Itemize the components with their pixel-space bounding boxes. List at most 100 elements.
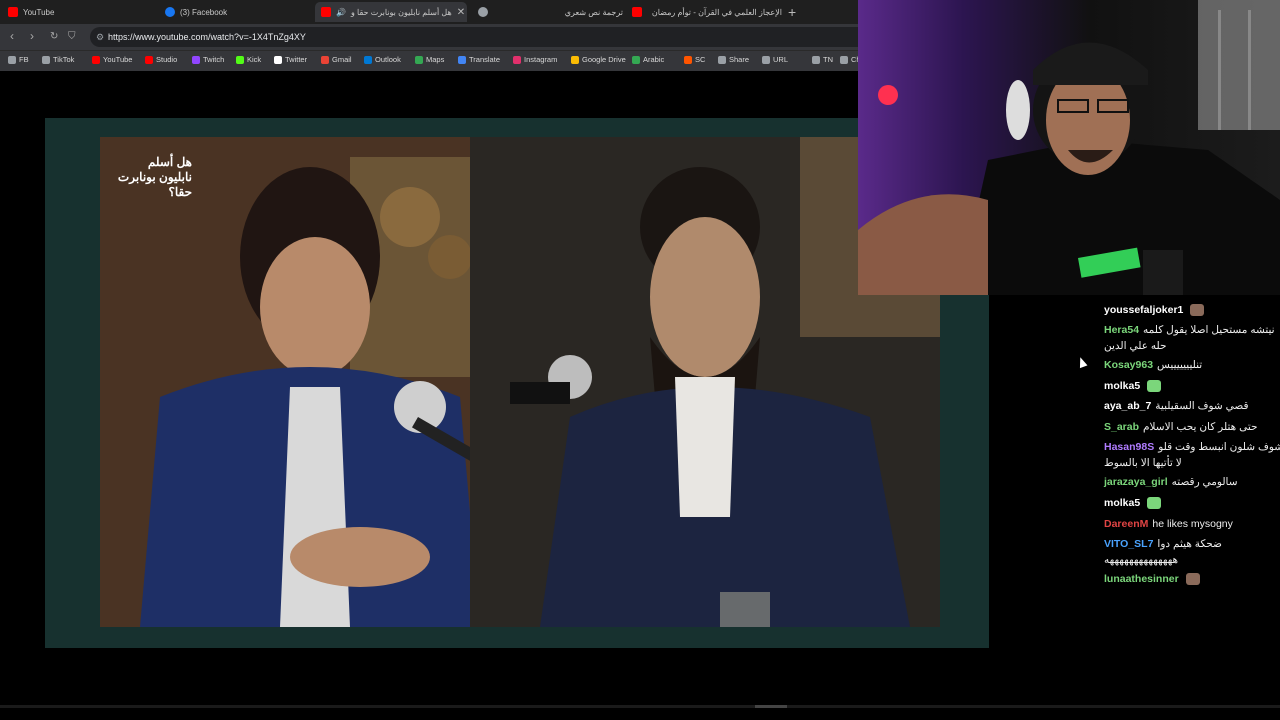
bookmark-icon: [762, 55, 770, 64]
bookmark-fb[interactable]: FB: [8, 55, 29, 64]
bookmark-label: YouTube: [103, 55, 133, 64]
chat-message: Kosay963 تنليييييييس: [1104, 359, 1202, 371]
bookmark-icon: [274, 55, 282, 64]
bookmark-icon: [415, 55, 423, 64]
facebook-icon: [165, 7, 175, 17]
bookmark-google-drive[interactable]: Google Drive: [571, 55, 626, 64]
bookmark-instagram[interactable]: Instagram: [513, 55, 557, 64]
bookmark-icon: [458, 55, 466, 64]
bookmark-icon: [321, 55, 329, 64]
chat-username[interactable]: Kosay963: [1104, 359, 1153, 371]
bookmark-translate[interactable]: Translate: [458, 55, 500, 64]
forward-icon[interactable]: ›: [30, 29, 34, 43]
chat-text: ضحكة هيثم دوا: [1157, 538, 1222, 550]
chat-message: DareenM he likes mysogny: [1104, 518, 1233, 530]
url-field[interactable]: ⚙ https://www.youtube.com/watch?v=-1X4Tn…: [90, 27, 858, 47]
tab-active-video[interactable]: 🔊 هل أسلم نابليون بونابرت حقا و ✕: [315, 2, 467, 22]
chat-message: Hasan98S شوف شلون انبسط وقت قلو: [1104, 441, 1280, 453]
reload-icon[interactable]: ↻: [50, 31, 58, 42]
tab-label: الإعجاز العلمي في القرآن - توأم رمضان: [651, 7, 782, 17]
chat-username[interactable]: lunaathesinner: [1104, 573, 1179, 585]
youtube-icon: [632, 7, 642, 17]
scrollbar-thumb[interactable]: [755, 705, 787, 708]
back-icon[interactable]: ‹: [10, 29, 14, 43]
video-overlay-title: هل أسلم نابليون بونابرت حقا؟: [117, 155, 192, 199]
bookmark-icon: [364, 55, 372, 64]
speaker-icon[interactable]: 🔊: [336, 8, 346, 17]
bookmark-icon: [42, 55, 50, 64]
bookmark-icon: [513, 55, 521, 64]
chat-username[interactable]: Hasan98S: [1104, 441, 1154, 453]
new-tab-button[interactable]: +: [788, 4, 796, 20]
bookmark-label: Gmail: [332, 55, 352, 64]
chat-username[interactable]: molka5: [1104, 497, 1140, 509]
chat-message: youssefaljoker1: [1104, 304, 1205, 317]
bookmark-tiktok[interactable]: TikTok: [42, 55, 74, 64]
bookmark-icon[interactable]: ⛉: [68, 31, 76, 42]
chat-username[interactable]: S_arab: [1104, 421, 1139, 433]
chat-username[interactable]: VITO_SL7: [1104, 538, 1153, 550]
bookmark-label: SC: [695, 55, 706, 64]
chat-username[interactable]: aya_ab_7: [1104, 400, 1151, 412]
tab-youtube[interactable]: YouTube: [8, 2, 148, 22]
chat-message: lunaathesinner: [1104, 573, 1200, 586]
chat-message: molka5: [1104, 380, 1162, 393]
bookmark-url[interactable]: URL: [762, 55, 788, 64]
bookmark-icon: [632, 55, 640, 64]
chat-username[interactable]: youssefaljoker1: [1104, 304, 1183, 316]
bookmark-twitter[interactable]: Twitter: [274, 55, 307, 64]
bookmark-arabic[interactable]: Arabic: [632, 55, 664, 64]
chat-text: ههههههههههههههه: [1104, 554, 1179, 566]
chat-message: VITO_SL7 ضحكة هيثم دوا: [1104, 538, 1222, 550]
tab-facebook[interactable]: (3) Facebook: [165, 2, 305, 22]
bookmark-sc[interactable]: SC: [684, 55, 705, 64]
streamer-webcam: [858, 0, 1280, 295]
bookmark-icon: [145, 55, 153, 64]
bookmark-icon: [812, 55, 820, 64]
chat-username[interactable]: Hera54: [1104, 324, 1139, 336]
emote-icon: [1190, 304, 1205, 317]
bookmark-kick[interactable]: Kick: [236, 55, 261, 64]
bookmark-icon: [92, 55, 100, 64]
emote-icon: [1147, 380, 1162, 393]
chat-text: he likes mysogny: [1152, 518, 1233, 530]
close-tab-icon[interactable]: ✕: [457, 7, 465, 18]
webcam-scene: [858, 0, 1280, 295]
tab-translation[interactable]: ترجمة نص شعري: [478, 2, 623, 22]
bookmark-label: Arabic: [643, 55, 665, 64]
bookmark-gmail[interactable]: Gmail: [321, 55, 352, 64]
site-info-icon[interactable]: ⚙: [96, 27, 104, 47]
bookmark-outlook[interactable]: Outlook: [364, 55, 401, 64]
bookmark-maps[interactable]: Maps: [415, 55, 444, 64]
tab-label: ترجمة نص شعري: [564, 7, 623, 17]
bookmark-icon: [684, 55, 692, 64]
chat-message: ههههههههههههههه: [1104, 554, 1178, 566]
bookmark-tn[interactable]: TN: [812, 55, 833, 64]
bookmark-label: Kick: [247, 55, 262, 64]
bookmark-twitch[interactable]: Twitch: [192, 55, 224, 64]
chat-text: حتى هتلر كان يحب الاسلام: [1143, 421, 1258, 433]
chat-message: حله علي الدين: [1104, 340, 1166, 352]
chat-username[interactable]: molka5: [1104, 380, 1140, 392]
bookmark-label: Share: [729, 55, 750, 64]
bookmark-label: TN: [823, 55, 833, 64]
chat-message: jarazaya_girl سالومي رقصته: [1104, 476, 1238, 488]
stream-chat: youssefaljoker1 Hera54 نيتشه مستحيل اصلا ي…: [1098, 300, 1280, 600]
site-icon: [478, 7, 488, 17]
bookmark-label: Maps: [426, 55, 445, 64]
chat-username[interactable]: jarazaya_girl: [1104, 476, 1168, 488]
horizontal-scrollbar[interactable]: [0, 705, 1280, 708]
tab-quran-science[interactable]: الإعجاز العلمي في القرآن - توأم رمضان: [632, 2, 782, 22]
mouse-cursor-icon: [1076, 355, 1088, 369]
bookmark-label: FB: [19, 55, 29, 64]
chat-text: تنليييييييس: [1157, 359, 1203, 371]
bookmark-icon: [8, 55, 16, 64]
bookmark-share[interactable]: Share: [718, 55, 749, 64]
chat-text: حله علي الدين: [1104, 340, 1167, 352]
bookmark-studio[interactable]: Studio: [145, 55, 177, 64]
chat-username[interactable]: DareenM: [1104, 518, 1148, 530]
bookmark-label: Twitch: [203, 55, 225, 64]
bookmark-youtube[interactable]: YouTube: [92, 55, 132, 64]
chat-text: شوف شلون انبسط وقت قلو: [1158, 441, 1280, 453]
tab-label: YouTube: [23, 7, 55, 17]
